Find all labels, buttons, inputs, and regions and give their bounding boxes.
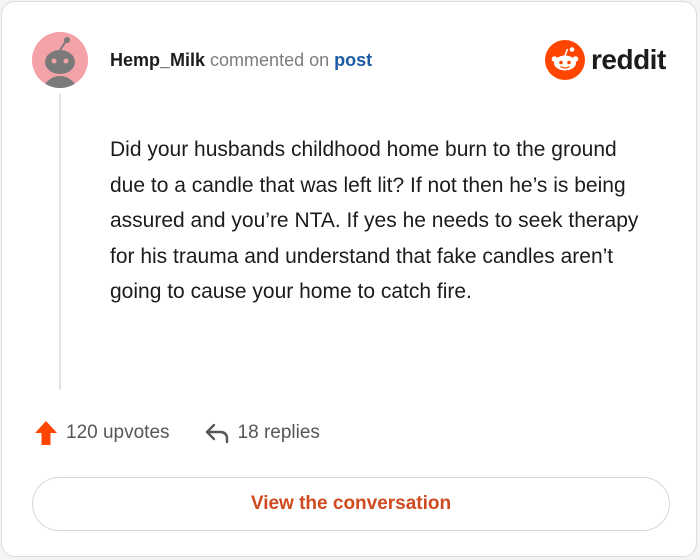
thread-line [59, 94, 61, 390]
snoo-avatar-icon [32, 32, 88, 88]
user-avatar[interactable] [32, 32, 88, 88]
upvote-arrow-icon [35, 421, 57, 445]
username[interactable]: Hemp_Milk [110, 50, 205, 70]
reddit-logo[interactable]: reddit [545, 40, 666, 80]
commented-on-text: commented on [210, 50, 330, 70]
upvote-button[interactable]: 120 upvotes [34, 420, 170, 446]
upvote-count: 120 upvotes [66, 422, 170, 443]
view-conversation-label: View the conversation [250, 493, 452, 514]
reddit-snoo-icon [545, 40, 585, 80]
comment-card: Hemp_Milk commented on post reddit Did y… [1, 1, 697, 557]
post-link[interactable]: post [334, 50, 372, 70]
view-conversation-button[interactable]: View the conversation [32, 477, 670, 531]
replies-button[interactable]: 18 replies [204, 422, 320, 444]
reply-arrow-icon [205, 423, 228, 444]
comment-actions: 120 upvotes 18 replies [34, 420, 320, 446]
comment-body: Did your husbands childhood home burn to… [110, 138, 639, 303]
comment-header: Hemp_Milk commented on post [110, 48, 372, 72]
reddit-wordmark: reddit [591, 44, 666, 75]
reply-count: 18 replies [237, 422, 320, 443]
